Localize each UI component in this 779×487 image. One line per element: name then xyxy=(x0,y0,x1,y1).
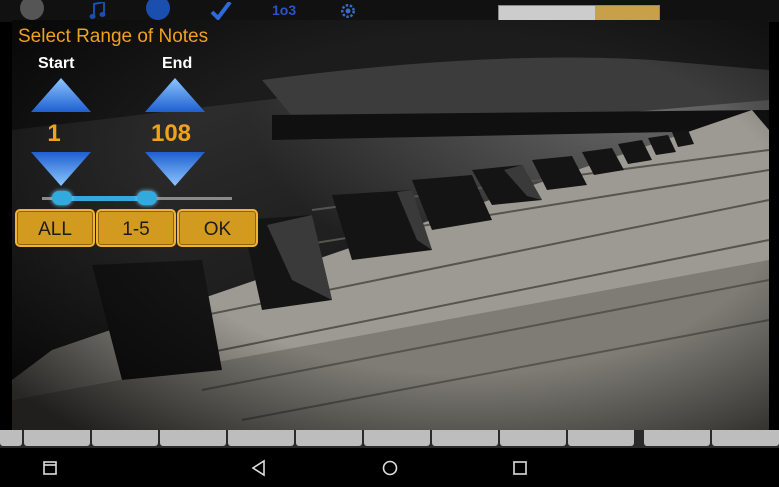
range-slider[interactable] xyxy=(42,190,232,206)
note-range-dialog: Select Range of Notes Start End 1 108 AL… xyxy=(12,20,769,430)
slider-selected-range xyxy=(62,196,148,201)
piano-key[interactable] xyxy=(160,430,226,446)
music-note-icon[interactable] xyxy=(88,2,110,20)
start-note-value: 1 xyxy=(47,120,61,147)
gear-icon[interactable] xyxy=(337,2,359,20)
piano-key[interactable] xyxy=(568,430,634,446)
piano-key[interactable] xyxy=(0,430,22,446)
end-note-value: 108 xyxy=(150,120,192,147)
back-triangle-icon[interactable] xyxy=(249,458,269,478)
slider-start-thumb[interactable] xyxy=(52,191,73,205)
piano-key[interactable] xyxy=(92,430,158,446)
overview-square-icon[interactable] xyxy=(510,458,530,478)
app-toolbar: 1o3 xyxy=(0,0,779,22)
navigation-bar xyxy=(0,448,779,487)
back-icon[interactable] xyxy=(20,0,44,20)
start-increment-arrow-icon[interactable] xyxy=(30,77,92,113)
background-keyboard xyxy=(0,430,779,448)
piano-key[interactable] xyxy=(24,430,90,446)
one-to-five-button[interactable]: 1-5 xyxy=(96,209,176,247)
end-decrement-arrow-icon[interactable] xyxy=(144,151,206,187)
keyboard-range-icon[interactable] xyxy=(498,5,660,21)
piano-key[interactable] xyxy=(500,430,566,446)
piano-key[interactable] xyxy=(432,430,498,446)
piano-key[interactable] xyxy=(296,430,362,446)
keyboard-range-highlight xyxy=(595,6,659,20)
piano-key[interactable] xyxy=(644,430,710,446)
recents-icon[interactable] xyxy=(40,458,60,478)
end-label: End xyxy=(162,55,193,72)
check-icon[interactable] xyxy=(210,2,232,20)
piano-key[interactable] xyxy=(712,430,779,446)
ok-button[interactable]: OK xyxy=(177,209,258,247)
all-button[interactable]: ALL xyxy=(15,209,95,247)
start-label: Start xyxy=(38,55,75,72)
piano-key[interactable] xyxy=(228,430,294,446)
play-icon[interactable] xyxy=(146,0,170,20)
slider-end-thumb[interactable] xyxy=(137,191,158,205)
end-increment-arrow-icon[interactable] xyxy=(144,77,206,113)
home-circle-icon[interactable] xyxy=(380,458,400,478)
number-icon[interactable]: 1o3 xyxy=(272,2,296,20)
piano-key[interactable] xyxy=(364,430,430,446)
dialog-title: Select Range of Notes xyxy=(18,26,209,47)
start-decrement-arrow-icon[interactable] xyxy=(30,151,92,187)
